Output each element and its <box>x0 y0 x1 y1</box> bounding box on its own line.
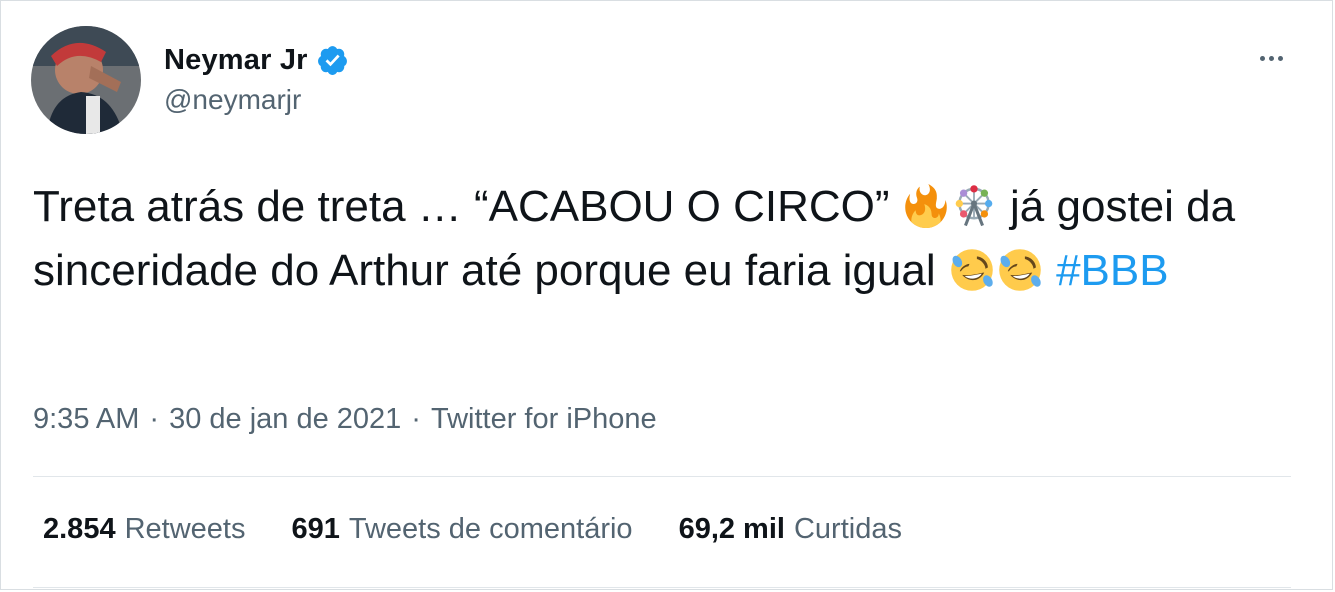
retweets-count: 2.854 <box>43 513 116 545</box>
tweet-time[interactable]: 9:35 AM <box>33 403 139 436</box>
author-display-name[interactable]: Neymar Jr <box>164 44 308 77</box>
meta-separator: · <box>149 403 160 435</box>
rolling-laughing-icon <box>950 246 994 291</box>
quote-tweets-stat[interactable]: 691 Tweets de comentário <box>291 513 632 546</box>
quote-tweets-label: Tweets de comentário <box>348 513 633 545</box>
ferris-wheel-icon <box>952 182 996 227</box>
quote-tweets-count: 691 <box>291 513 340 545</box>
rolling-laughing-icon <box>998 246 1042 291</box>
divider <box>33 587 1291 588</box>
author-handle[interactable]: @neymarjr <box>164 84 301 116</box>
tweet-text-part1: Treta atrás de treta … “ACABOU O CIRCO” <box>33 182 890 231</box>
likes-label: Curtidas <box>793 513 902 545</box>
tweet-date[interactable]: 30 de jan de 2021 <box>169 403 401 436</box>
verified-badge-icon <box>316 44 349 77</box>
tweet-text: Treta atrás de treta … “ACABOU O CIRCO” <box>33 175 1293 303</box>
retweets-stat[interactable]: 2.854 Retweets <box>43 513 245 546</box>
divider <box>33 476 1291 477</box>
fire-icon <box>904 182 948 228</box>
retweets-label: Retweets <box>124 513 246 545</box>
tweet-source-link[interactable]: Twitter for iPhone <box>431 403 657 436</box>
hashtag-link[interactable]: #BBB <box>1056 246 1169 295</box>
tweet-card: Neymar Jr @neymarjr Treta atrás de treta… <box>0 0 1333 590</box>
engagement-stats: 2.854 Retweets 691 Tweets de comentário 69… <box>43 513 948 546</box>
more-options-icon[interactable] <box>1251 43 1291 73</box>
meta-separator: · <box>411 403 421 435</box>
likes-stat[interactable]: 69,2 mil Curtidas <box>679 513 902 546</box>
author-name-row: Neymar Jr <box>164 41 349 79</box>
tweet-metadata: 9:35 AM · 30 de jan de 2021 · Twitter fo… <box>33 403 657 436</box>
likes-count: 69,2 mil <box>678 513 785 545</box>
avatar[interactable] <box>31 26 141 134</box>
